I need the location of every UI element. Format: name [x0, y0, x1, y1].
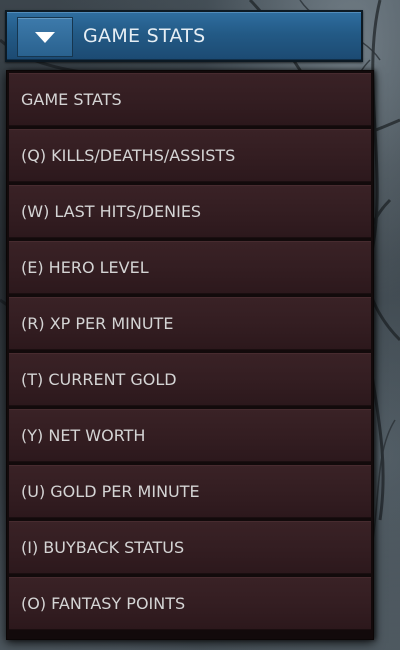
- menu-item-hero-level[interactable]: (E) HERO LEVEL: [9, 241, 371, 294]
- menu-item-current-gold[interactable]: (T) CURRENT GOLD: [9, 353, 371, 406]
- menu-item-label: (R) XP PER MINUTE: [21, 314, 174, 333]
- menu-item-kills-deaths-assists[interactable]: (Q) KILLS/DEATHS/ASSISTS: [9, 129, 371, 182]
- dropdown-toggle-button[interactable]: [17, 17, 73, 57]
- menu-item-fantasy-points[interactable]: (O) FANTASY POINTS: [9, 577, 371, 630]
- menu-item-net-worth[interactable]: (Y) NET WORTH: [9, 409, 371, 462]
- menu-item-label: (O) FANTASY POINTS: [21, 594, 186, 613]
- menu-item-label: (W) LAST HITS/DENIES: [21, 202, 202, 221]
- menu-item-buyback-status[interactable]: (I) BUYBACK STATUS: [9, 521, 371, 574]
- menu-item-xp-per-minute[interactable]: (R) XP PER MINUTE: [9, 297, 371, 350]
- stats-dropdown-header: GAME STATS: [5, 10, 363, 62]
- stats-dropdown-menu: GAME STATS (Q) KILLS/DEATHS/ASSISTS (W) …: [6, 70, 374, 640]
- menu-item-label: (I) BUYBACK STATUS: [21, 538, 185, 557]
- chevron-down-icon: [35, 32, 55, 43]
- menu-item-game-stats[interactable]: GAME STATS: [9, 73, 371, 126]
- menu-item-label: (Q) KILLS/DEATHS/ASSISTS: [21, 146, 236, 165]
- menu-item-gold-per-minute[interactable]: (U) GOLD PER MINUTE: [9, 465, 371, 518]
- menu-item-last-hits-denies[interactable]: (W) LAST HITS/DENIES: [9, 185, 371, 238]
- menu-item-label: (T) CURRENT GOLD: [21, 370, 177, 389]
- menu-item-label: (E) HERO LEVEL: [21, 258, 149, 277]
- menu-item-label: GAME STATS: [21, 90, 122, 109]
- menu-item-label: (Y) NET WORTH: [21, 426, 146, 445]
- dropdown-selected-title: GAME STATS: [83, 25, 206, 47]
- menu-item-label: (U) GOLD PER MINUTE: [21, 482, 200, 501]
